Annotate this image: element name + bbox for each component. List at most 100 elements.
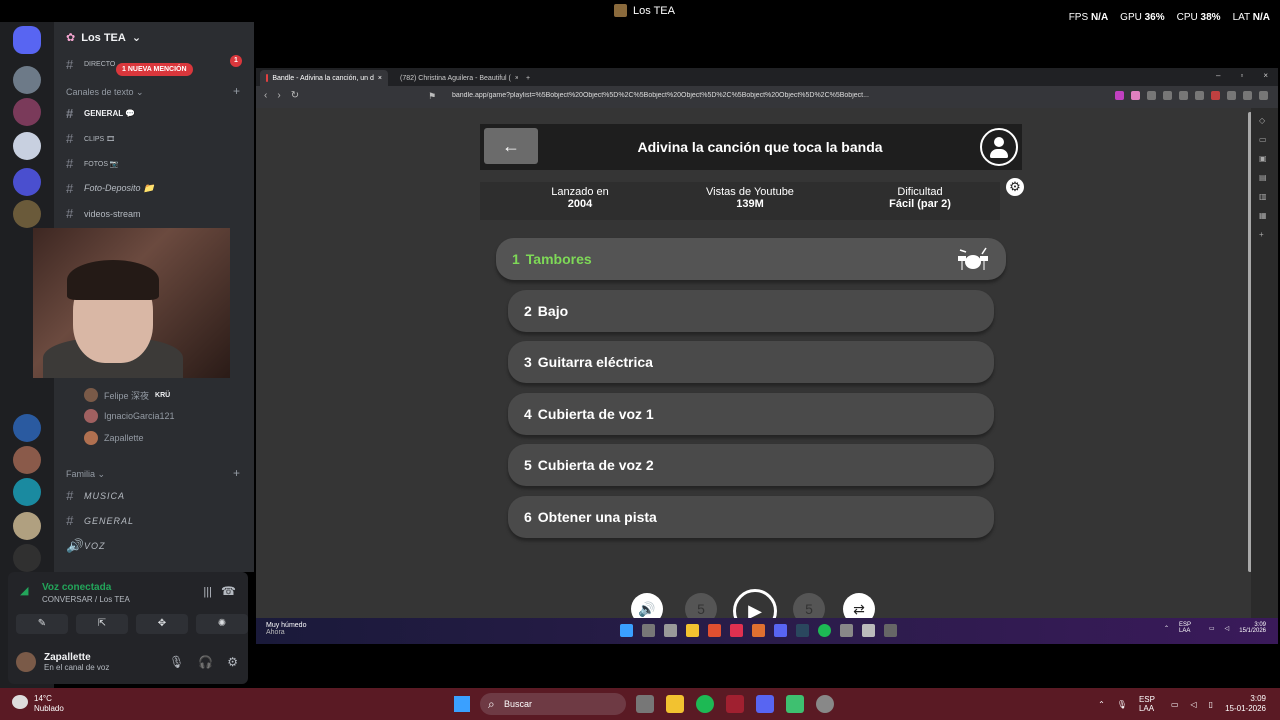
microphone-icon[interactable]: 🎙 — [169, 655, 184, 669]
user-panel[interactable]: Zapallette En el canal de voz — [16, 652, 109, 672]
track-1[interactable]: 1 Tambores — [496, 238, 1006, 280]
search-icon[interactable] — [642, 624, 655, 637]
taskview-icon[interactable] — [636, 695, 654, 713]
server-icon[interactable] — [13, 512, 41, 540]
channel-clips[interactable]: # CLIPS 🎞 — [66, 131, 115, 146]
windows-start-icon[interactable] — [454, 696, 470, 712]
channel-general-familia[interactable]: # GENERAL — [66, 513, 134, 528]
voice-location[interactable]: CONVERSAR / Los TEA — [42, 595, 130, 604]
windows-icon[interactable] — [620, 624, 633, 637]
discord-icon[interactable] — [774, 624, 787, 637]
tab-bandle[interactable]: Bandle - Adivina la canción, un d × — [260, 70, 388, 86]
app-icon[interactable] — [786, 695, 804, 713]
app-icon[interactable] — [816, 695, 834, 713]
network-icon[interactable]: ▭ — [1209, 625, 1215, 632]
channel-directo[interactable]: # DIRECTO — [66, 57, 115, 72]
app-icon[interactable] — [862, 624, 875, 637]
maximize-icon[interactable]: ▫ — [1240, 71, 1243, 80]
menu-icon[interactable] — [1259, 91, 1268, 100]
extension-icon[interactable] — [1131, 91, 1140, 100]
extension-icon[interactable] — [1163, 91, 1172, 100]
extension-icon[interactable] — [1179, 91, 1188, 100]
chevron-up-icon[interactable]: ⌃ — [1164, 625, 1169, 632]
clock[interactable]: 3:09 15-01-2026 — [1225, 694, 1266, 714]
app-icon[interactable] — [884, 624, 897, 637]
search-input[interactable]: Buscar — [480, 693, 626, 715]
server-icon[interactable] — [13, 168, 41, 196]
volume-icon[interactable]: ◁ — [1225, 625, 1230, 632]
discord-icon[interactable] — [756, 695, 774, 713]
server-icon[interactable] — [13, 200, 41, 228]
track-4[interactable]: 4 Cubierta de voz 1 — [508, 393, 994, 435]
spotify-icon[interactable] — [696, 695, 714, 713]
settings-gear-icon[interactable]: ⚙ — [1006, 178, 1024, 196]
bookmark-icon[interactable]: ⚑ — [428, 91, 436, 102]
folder-icon[interactable] — [666, 695, 684, 713]
extension-icon[interactable] — [1115, 91, 1124, 100]
extension-icon[interactable] — [1243, 91, 1252, 100]
forward-icon[interactable]: › — [277, 90, 280, 101]
screen-share-button[interactable]: ⇱ — [76, 614, 128, 634]
reload-icon[interactable]: ↻ — [291, 90, 299, 101]
category-familia[interactable]: Familia ⌄ — [66, 469, 105, 480]
tab-youtube[interactable]: (782) Christina Aguilera - Beautiful ( × — [390, 70, 518, 86]
channel-foto-deposito[interactable]: # Foto-Deposito 📁 — [66, 181, 154, 196]
volume-icon[interactable]: ◁ — [1191, 700, 1197, 709]
server-icon[interactable] — [13, 132, 41, 160]
sidebar-icon[interactable]: ▣ — [1259, 154, 1267, 163]
minimize-icon[interactable]: – — [1216, 71, 1220, 80]
noise-suppression-icon[interactable]: ||| — [203, 586, 212, 598]
server-icon[interactable] — [13, 98, 41, 126]
add-channel-button[interactable]: + — [233, 466, 240, 480]
close-window-icon[interactable]: × — [1263, 71, 1268, 80]
sidebar-icon[interactable]: ▥ — [1259, 192, 1267, 201]
brave-icon[interactable] — [708, 624, 721, 637]
server-icon[interactable] — [13, 414, 41, 442]
voice-user[interactable]: IgnacioGarcia121 — [84, 409, 175, 423]
track-5[interactable]: 5 Cubierta de voz 2 — [508, 444, 994, 486]
category-text-channels[interactable]: Canales de texto ⌄ — [66, 87, 144, 98]
extension-icon[interactable] — [1195, 91, 1204, 100]
steam-icon[interactable] — [796, 624, 809, 637]
microphone-icon[interactable]: 🎙 — [1117, 700, 1127, 709]
channel-fotos[interactable]: # FOTOS 📷 — [66, 156, 119, 171]
track-6-hint[interactable]: 6 Obtener una pista — [508, 496, 994, 538]
profile-icon[interactable] — [980, 128, 1018, 166]
server-icon[interactable] — [13, 478, 41, 506]
network-icon[interactable]: ▭ — [1171, 700, 1179, 709]
headphones-icon[interactable]: 🎧 — [198, 655, 213, 669]
server-icon[interactable] — [13, 66, 41, 94]
server-header[interactable]: ✿ Los TEA ⌄ — [66, 31, 141, 45]
server-icon[interactable] — [13, 544, 41, 572]
taskview-icon[interactable] — [664, 624, 677, 637]
back-icon[interactable]: ‹ — [264, 90, 267, 101]
weather-widget[interactable]: 14°C Nublado — [34, 694, 64, 714]
sidebar-icon[interactable]: ◇ — [1259, 116, 1267, 125]
battery-icon[interactable]: ▯ — [1209, 700, 1213, 709]
server-icon[interactable] — [13, 446, 41, 474]
channel-videos-stream[interactable]: # videos-stream — [66, 206, 141, 221]
brave-icon[interactable] — [726, 695, 744, 713]
soundboard-button[interactable]: ✺ — [196, 614, 248, 634]
add-icon[interactable]: + — [1259, 230, 1267, 239]
chevron-up-icon[interactable]: ⌃ — [1098, 700, 1105, 709]
sidebar-icon[interactable]: ▤ — [1259, 173, 1267, 182]
camera-button[interactable]: ✎ — [16, 614, 68, 634]
new-tab-button[interactable]: + — [520, 70, 536, 86]
folder-icon[interactable] — [686, 624, 699, 637]
channel-musica[interactable]: # MUSICA — [66, 488, 125, 503]
activities-button[interactable]: ✥ — [136, 614, 188, 634]
track-3[interactable]: 3 Guitarra eléctrica — [508, 341, 994, 383]
discord-home-icon[interactable] — [13, 26, 41, 54]
extension-icon[interactable] — [1211, 91, 1220, 100]
weather-widget[interactable]: Muy húmedo Ahora — [266, 622, 306, 636]
voice-user[interactable]: Zapallette — [84, 431, 144, 445]
channel-voz[interactable]: 🔊 VOZ — [66, 538, 106, 554]
sidebar-icon[interactable]: ▦ — [1259, 211, 1267, 220]
extension-icon[interactable] — [1147, 91, 1156, 100]
app-icon[interactable] — [752, 624, 765, 637]
clock[interactable]: 3:09 15/1/2026 — [1239, 622, 1266, 634]
track-2[interactable]: 2 Bajo — [508, 290, 994, 332]
back-button[interactable]: ← — [484, 128, 538, 164]
extension-icon[interactable] — [1227, 91, 1236, 100]
